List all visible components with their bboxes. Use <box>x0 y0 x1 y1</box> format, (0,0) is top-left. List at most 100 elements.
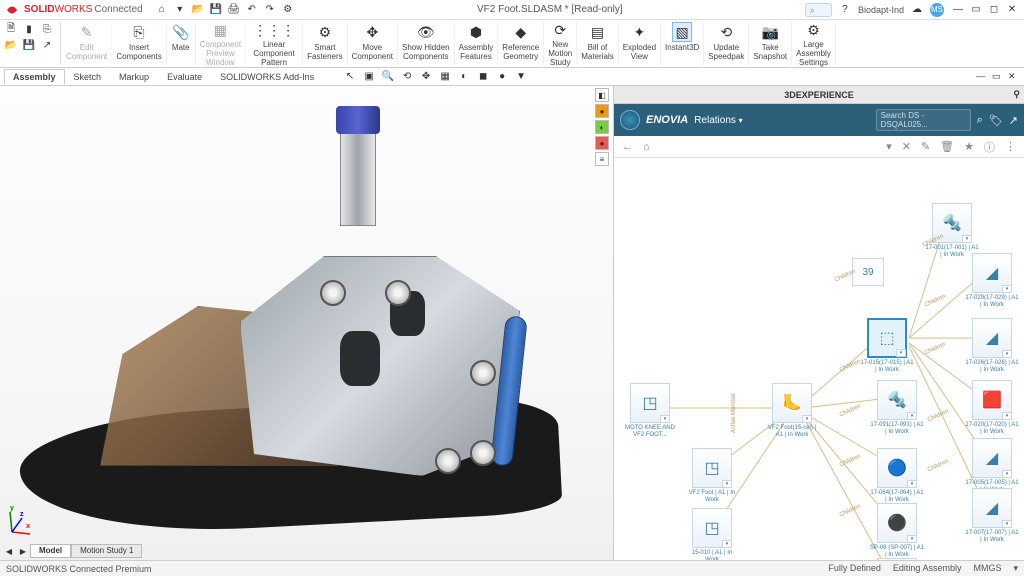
open-doc-icon[interactable]: 📂 <box>4 38 18 52</box>
tab-sketch[interactable]: Sketch <box>65 69 111 84</box>
ribbon-show-hidden-components[interactable]: 👁Show HiddenComponents <box>398 22 455 65</box>
print-icon[interactable]: 🖨 <box>227 3 241 17</box>
ribbon-bill-of-materials[interactable]: ▤Bill ofMaterials <box>577 22 618 65</box>
viewport-decal-icon[interactable]: ◐ <box>595 120 609 134</box>
tab-scroll-right[interactable]: ▶ <box>16 544 30 558</box>
status-units[interactable]: MMGS <box>973 563 1001 574</box>
tool1-icon[interactable]: ✕ <box>902 140 911 153</box>
save-doc-icon[interactable]: 💾 <box>22 38 36 52</box>
open-icon[interactable]: 📂 <box>191 3 205 17</box>
zoom-icon[interactable]: 🔍 <box>381 70 395 84</box>
scene-icon[interactable]: ● <box>495 70 509 84</box>
graph-node[interactable]: 🔩▾17-001(17-001) | A1 | In Work <box>924 203 980 259</box>
ribbon-new-motion-study[interactable]: ⟳NewMotionStudy <box>544 22 577 65</box>
graph-root[interactable]: ◳▾MOTO KNEE AND VF2 FOOT... <box>622 383 678 439</box>
assembly-icon[interactable]: ⎘ <box>40 22 54 36</box>
section-view-icon[interactable]: ◐ <box>457 70 471 84</box>
tab-evaluate[interactable]: Evaluate <box>158 69 211 84</box>
cloud-icon[interactable]: ☁ <box>910 3 924 17</box>
graph-node[interactable]: ◢▾17-007(17-007) | A1 | In Work <box>964 488 1020 544</box>
minimize-button[interactable]: — <box>950 3 966 17</box>
ribbon-take-snapshot[interactable]: 📷TakeSnapshot <box>749 22 792 65</box>
redo-icon[interactable]: ↷ <box>263 3 277 17</box>
pin-icon[interactable]: ⚲ <box>1013 89 1020 100</box>
tab-model[interactable]: Model <box>30 544 71 558</box>
save-icon[interactable]: 💾 <box>209 3 223 17</box>
graph-node[interactable]: ▬▾17-002(17-002) | A1 | In Work <box>869 558 925 560</box>
ribbon-reference-geometry[interactable]: ◆ReferenceGeometry <box>498 22 544 65</box>
rotate-icon[interactable]: ⟲ <box>400 70 414 84</box>
compass-icon[interactable] <box>620 110 640 130</box>
graph-node[interactable]: ◳▾VF2 Foot | A1 | In Work <box>684 448 740 504</box>
filter-icon[interactable]: ▾ <box>886 140 892 153</box>
close-button[interactable]: ✕ <box>1004 3 1020 17</box>
enovia-search[interactable]: Search DS - DSQAL025... <box>876 109 971 131</box>
pan-icon[interactable]: ✥ <box>419 70 433 84</box>
hide-show-icon[interactable]: ▼ <box>514 70 528 84</box>
viewport-scene-icon[interactable]: ● <box>595 136 609 150</box>
graph-node[interactable]: 🟥▾17-020(17-020) | A1 | In Work <box>964 380 1020 436</box>
command-search[interactable]: ⌕ <box>805 3 832 17</box>
new-icon[interactable]: ▾ <box>173 3 187 17</box>
maximize-button[interactable]: ◻ <box>986 3 1002 17</box>
ribbon-exploded-view[interactable]: ✦ExplodedView <box>619 22 661 65</box>
node-thumb: 🔵▾ <box>877 448 917 488</box>
options-icon[interactable]: ⚙ <box>281 3 295 17</box>
user-avatar[interactable]: MS <box>930 3 944 17</box>
graph-node[interactable]: ◢▾17-026(17-026) | A1 | In Work <box>964 318 1020 374</box>
ribbon-instant3d[interactable]: ▧Instant3D <box>661 22 704 65</box>
help-icon[interactable]: ? <box>838 3 852 17</box>
ribbon-large-assembly-settings[interactable]: ⚙LargeAssemblySettings <box>792 22 836 65</box>
graph-node[interactable]: ◢▾17-005(17-005) | A1 | In Work <box>964 438 1020 494</box>
ribbon-update-speedpak[interactable]: ⟲UpdateSpeedpak <box>704 22 749 65</box>
new-doc-icon[interactable]: 🗎 <box>4 22 18 36</box>
ribbon-linear-component-pattern[interactable]: ⋮⋮⋮Linear ComponentPattern <box>246 22 303 65</box>
status-menu-icon[interactable]: ▾ <box>1013 563 1018 574</box>
sub-close-button[interactable]: ✕ <box>1008 71 1020 83</box>
ribbon-assembly-features[interactable]: ⬢AssemblyFeatures <box>455 22 499 65</box>
graph-node[interactable]: ◳▾15-010 | A1 | In Work <box>684 508 740 560</box>
undo-icon[interactable]: ↶ <box>245 3 259 17</box>
part-icon[interactable]: ▮ <box>22 22 36 36</box>
ribbon-move-component[interactable]: ✥MoveComponent <box>348 22 398 65</box>
restore-button[interactable]: ▭ <box>968 3 984 17</box>
display-style-icon[interactable]: ▦ <box>438 70 452 84</box>
tab-motion-study[interactable]: Motion Study 1 <box>71 544 142 558</box>
tab-scroll-left[interactable]: ◀ <box>2 544 16 558</box>
back-icon[interactable]: ← <box>622 141 633 153</box>
sub-minimize-button[interactable]: — <box>976 71 988 83</box>
search-icon[interactable]: ⌕ <box>977 114 983 127</box>
graph-node[interactable]: ⚫▾SP-06 (SP-007) | A1 | In Work <box>869 503 925 559</box>
graph-node[interactable]: 🦶▾VF2 Foot(15-cel) | A1 | In Work <box>764 383 820 439</box>
sub-restore-button[interactable]: ▭ <box>992 71 1004 83</box>
graph-node[interactable]: ◢▾17-029(17-029) | A1 | In Work <box>964 253 1020 309</box>
cursor-icon[interactable]: ↖ <box>343 70 357 84</box>
graph-node[interactable]: 🔩▾17-091(17-091) | A1 | In Work <box>869 380 925 436</box>
home-icon[interactable]: ⌂ <box>155 3 169 17</box>
shadow-icon[interactable]: ◼ <box>476 70 490 84</box>
share-icon[interactable]: ↗ <box>1009 114 1018 127</box>
home-icon[interactable]: ⌂ <box>643 141 650 153</box>
info-icon[interactable]: ⓘ <box>984 139 995 155</box>
share-icon[interactable]: ↗ <box>40 38 54 52</box>
tab-assembly[interactable]: Assembly <box>4 69 65 85</box>
select-filter-icon[interactable]: ▣ <box>362 70 376 84</box>
menu-icon[interactable]: ⋮ <box>1005 140 1016 153</box>
viewport-appearance-icon[interactable]: ● <box>595 104 609 118</box>
graph-node[interactable]: 🔵▾17-064(17-064) | A1 | In Work <box>869 448 925 504</box>
ribbon-smart-fasteners[interactable]: ⚙SmartFasteners <box>303 22 348 65</box>
ribbon-mate[interactable]: 📎Mate <box>167 22 196 65</box>
edit-icon[interactable]: ✎ <box>921 140 930 153</box>
ribbon-insert-components[interactable]: ⎘InsertComponents <box>112 22 166 65</box>
relations-dropdown[interactable]: Relations ▾ <box>694 115 743 126</box>
graph-node[interactable]: ⬚▾17-015(17-015) | A1 | In Work <box>859 318 915 374</box>
delete-icon[interactable]: 🗑 <box>940 140 954 153</box>
relations-graph[interactable]: 39 ◳▾MOTO KNEE AND VF2 FOOT...Active Mem… <box>614 158 1024 560</box>
graphics-viewport[interactable]: ◧ ● ◐ ● ≡ x y z ◀ ▶ Model Motion Study 1 <box>0 86 614 560</box>
viewport-orientation-icon[interactable]: ◧ <box>595 88 609 102</box>
tag-icon[interactable]: 🏷 <box>989 114 1003 127</box>
star-icon[interactable]: ★ <box>964 140 974 153</box>
tab-solidworks-add-ins[interactable]: SOLIDWORKS Add-Ins <box>211 69 323 84</box>
tab-markup[interactable]: Markup <box>110 69 158 84</box>
viewport-dimxpert-icon[interactable]: ≡ <box>595 152 609 166</box>
